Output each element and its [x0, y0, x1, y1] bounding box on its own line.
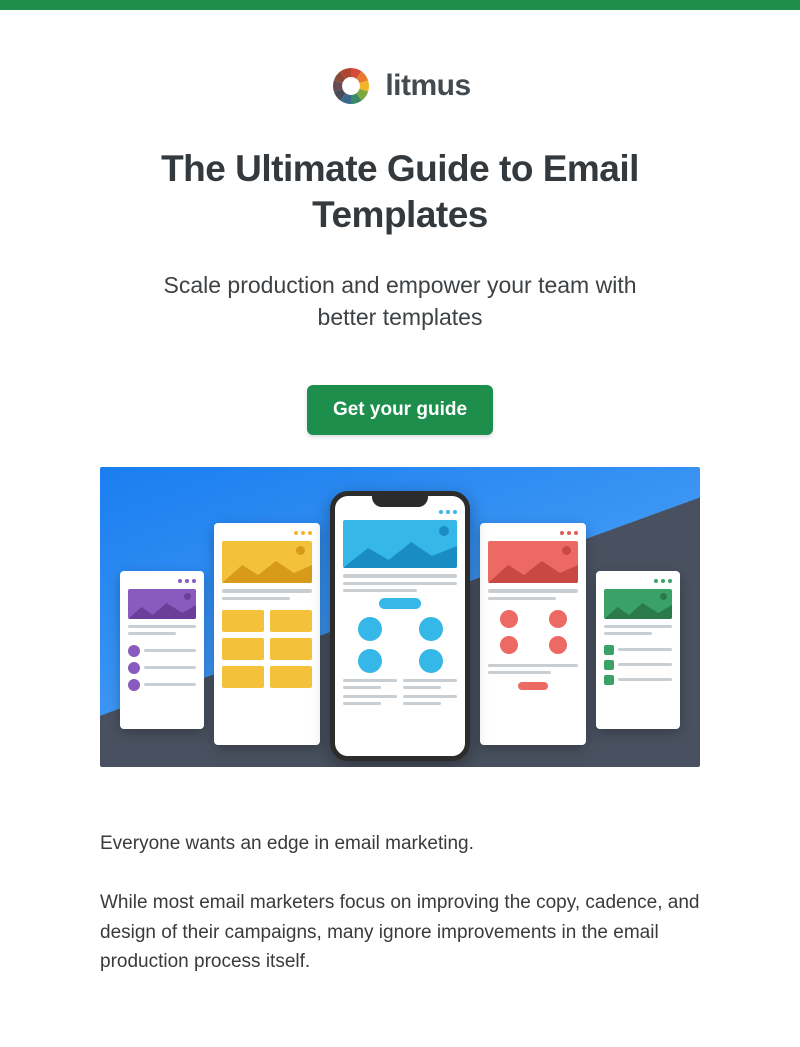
- brand-logo: litmus: [100, 10, 700, 146]
- hero-illustration: [100, 467, 700, 767]
- paragraph: Everyone wants an edge in email marketin…: [100, 829, 700, 858]
- template-phone: [330, 491, 470, 761]
- top-accent-bar: [0, 0, 800, 10]
- page-subtitle: Scale production and empower your team w…: [140, 269, 660, 333]
- paragraph: While most email marketers focus on impr…: [100, 888, 700, 976]
- page-title: The Ultimate Guide to Email Templates: [100, 146, 700, 239]
- get-guide-button[interactable]: Get your guide: [307, 385, 493, 435]
- litmus-logo-icon: [329, 64, 373, 108]
- body-copy: Everyone wants an edge in email marketin…: [100, 829, 700, 977]
- template-card: [120, 571, 204, 729]
- template-card: [596, 571, 680, 729]
- template-card: [214, 523, 320, 745]
- email-container: litmus The Ultimate Guide to Email Templ…: [100, 10, 700, 1047]
- template-card: [480, 523, 586, 745]
- brand-name: litmus: [385, 69, 470, 103]
